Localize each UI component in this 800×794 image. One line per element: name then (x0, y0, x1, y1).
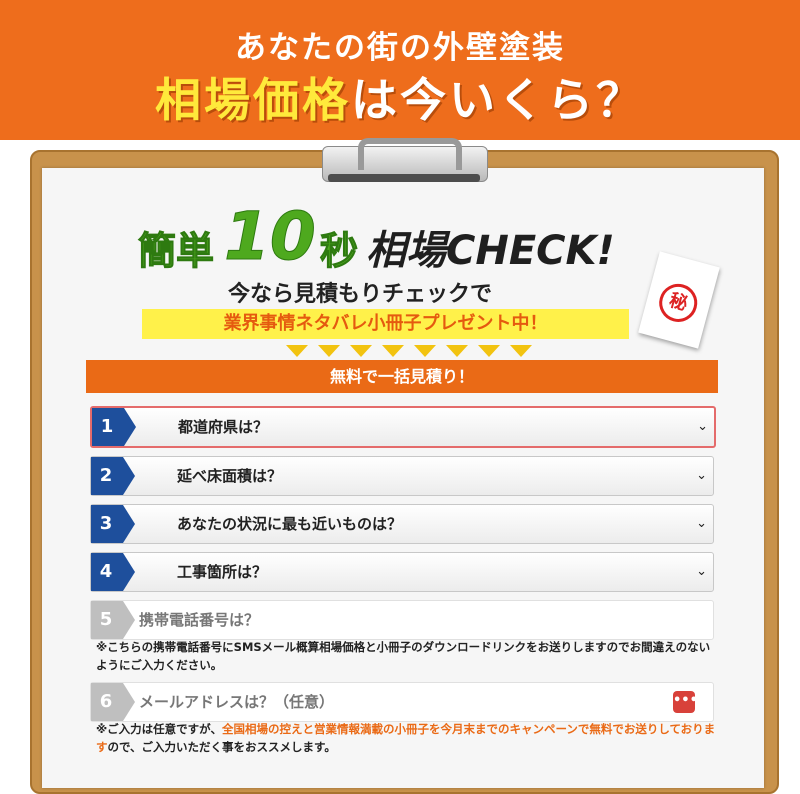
check-word-seconds: 秒 (319, 229, 359, 274)
step-badge: 2 (91, 457, 135, 495)
floor-area-label: 延べ床面積は？ (177, 467, 283, 485)
password-manager-icon[interactable]: ••• (673, 691, 698, 713)
down-arrows-icon (286, 345, 536, 359)
step-badge: 1 (92, 408, 136, 446)
secret-stamp: 秘 (654, 279, 702, 327)
email-note: ※ご入力は任意ですが、全国相場の控えと営業情報満載の小冊子を今月末までのキャンペ… (96, 722, 716, 754)
step-badge: 5 (91, 601, 135, 639)
present-banner: 業界事情ネタバレ小冊子プレゼント中！ (142, 309, 629, 339)
step-badge: 4 (91, 553, 135, 591)
banner-title-highlight: 相場価格 (155, 73, 351, 127)
chevron-down-icon: ⌄ (696, 468, 707, 483)
work-area-label: 工事箇所は？ (177, 563, 268, 581)
check-word-main: 相場CHECK! (366, 228, 615, 274)
check-word-easy: 簡単 (137, 229, 215, 274)
step-badge: 6 (91, 683, 135, 721)
chevron-down-icon: ⌄ (697, 419, 708, 434)
floor-area-select[interactable]: 2 延べ床面積は？ ⌄ (90, 456, 714, 496)
banner-title: 相場価格は今いくら？ (0, 64, 800, 130)
banner-title-rest: は今いくら？ (351, 73, 645, 127)
chevron-down-icon: ⌄ (696, 564, 707, 579)
clipboard-clip-icon (322, 138, 488, 186)
step-badge: 3 (91, 505, 135, 543)
prefecture-select[interactable]: 1 都道府県は？ ⌄ (90, 406, 716, 448)
header-banner: あなたの街の外壁塗装 相場価格は今いくら？ (0, 0, 800, 140)
check-subtitle: 今なら見積もりチェックで (228, 282, 493, 307)
phone-note: ※こちらの携帯電話番号にSMSメール概算相場価格と小冊子のダウンロードリンクをお… (96, 640, 711, 672)
prefecture-label: 都道府県は？ (178, 418, 269, 436)
chevron-down-icon: ⌄ (696, 516, 707, 531)
check-heading: 簡単 10 秒 相場CHECK! (137, 198, 678, 276)
phone-input[interactable]: 5 携帯電話番号は？ (90, 600, 714, 640)
free-quote-bar: 無料で一括見積り！ (86, 360, 718, 393)
work-area-select[interactable]: 4 工事箇所は？ ⌄ (90, 552, 714, 592)
phone-placeholder: 携帯電話番号は？ (139, 611, 260, 629)
email-input[interactable]: 6 メールアドレスは？（任意） ••• (90, 682, 714, 722)
check-number: 10 (224, 198, 317, 276)
situation-label: あなたの状況に最も近いものは？ (177, 515, 403, 533)
situation-select[interactable]: 3 あなたの状況に最も近いものは？ ⌄ (90, 504, 714, 544)
email-placeholder: メールアドレスは？（任意） (139, 693, 335, 711)
banner-subtitle: あなたの街の外壁塗装 (235, 30, 565, 66)
